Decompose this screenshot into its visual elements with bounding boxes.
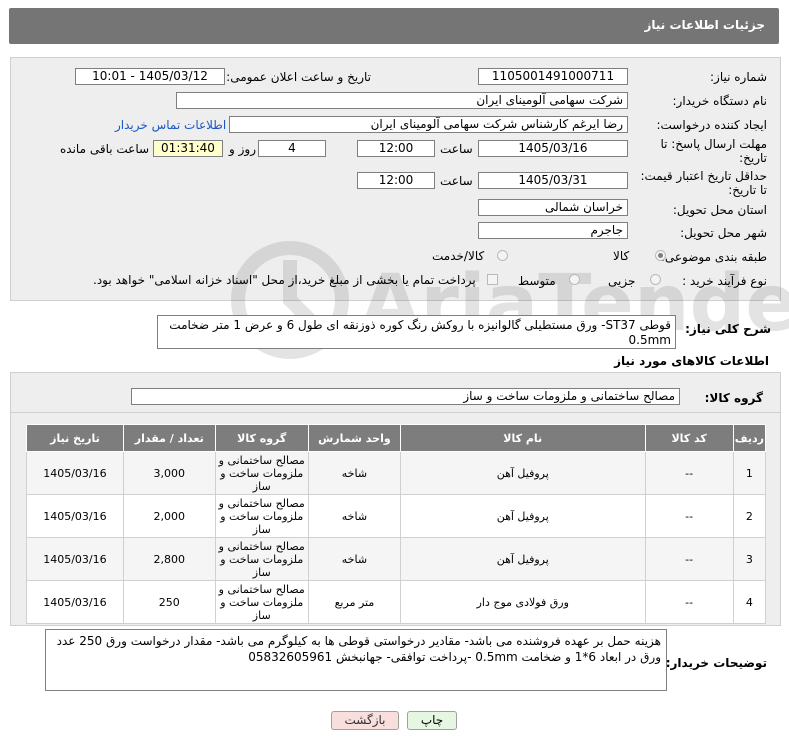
- back-button[interactable]: بازگشت: [331, 711, 399, 730]
- cell-row-number: 2: [732, 494, 767, 538]
- cell-name: پروفیل آهن: [399, 494, 646, 538]
- validity-time-field: 12:00: [357, 172, 435, 189]
- col-header-name: نام کالا: [399, 424, 646, 452]
- print-button[interactable]: چاپ: [407, 711, 457, 730]
- cell-code: --: [644, 494, 734, 538]
- table-header-row: ردیف کد کالا نام کالا واحد شمارش گروه کا…: [26, 424, 767, 452]
- announce-label: تاریخ و ساعت اعلان عمومی:: [226, 70, 371, 84]
- treasury-payment-checkbox[interactable]: [487, 274, 498, 285]
- cell-unit: شاخه: [307, 537, 401, 581]
- city-field: جاجرم: [478, 222, 628, 239]
- buyer-contact-link[interactable]: اطلاعات تماس خریدار: [115, 118, 226, 132]
- cell-group: مصالح ساختمانی و ملزومات ساخت و ساز: [214, 580, 309, 624]
- remaining-word: ساعت باقی مانده: [60, 142, 150, 156]
- category-option-goods-service: کالا/خدمت: [432, 249, 485, 263]
- buyer-notes-textarea: هزینه حمل بر عهده فروشنده می باشد- مقادی…: [45, 629, 667, 691]
- cell-code: --: [644, 537, 734, 581]
- deadline-label: مهلت ارسال پاسخ: تا: [660, 137, 767, 151]
- treasury-payment-note: پرداخت تمام یا بخشی از مبلغ خرید،از محل …: [93, 273, 476, 287]
- province-label: استان محل تحویل:: [672, 203, 767, 217]
- buyer-notes-text: هزینه حمل بر عهده فروشنده می باشد- مقادی…: [56, 634, 661, 664]
- cell-row-number: 1: [732, 451, 767, 495]
- buyer-org-label: نام دستگاه خریدار:: [672, 94, 768, 108]
- cell-name: ورق فولادی موج دار: [399, 580, 646, 624]
- cell-group: مصالح ساختمانی و ملزومات ساخت و ساز: [214, 494, 309, 538]
- deadline-time-word: ساعت: [440, 142, 473, 156]
- validity-time-word: ساعت: [440, 174, 473, 188]
- cell-quantity: 250: [122, 580, 216, 624]
- creator-field: رضا ایرغم کارشناس شرکت سهامی آلومینای ای…: [229, 116, 628, 133]
- category-label: طبقه بندی موضوعی:: [660, 250, 767, 264]
- col-header-code: کد کالا: [644, 424, 734, 452]
- days-word: روز و: [229, 142, 256, 156]
- cell-name: پروفیل آهن: [399, 451, 646, 495]
- cell-group: مصالح ساختمانی و ملزومات ساخت و ساز: [214, 451, 309, 495]
- table-row: 4 -- ورق فولادی موج دار متر مربع مصالح س…: [26, 580, 767, 624]
- col-header-unit: واحد شمارش: [307, 424, 401, 452]
- cell-date: 1405/03/16: [26, 494, 124, 538]
- cell-unit: شاخه: [307, 494, 401, 538]
- category-radio-goods[interactable]: [655, 250, 666, 261]
- col-header-date: تاریخ نیاز: [26, 424, 124, 452]
- process-option-minor: جزیی: [608, 274, 636, 288]
- col-header-quantity: تعداد / مقدار: [122, 424, 216, 452]
- cell-date: 1405/03/16: [26, 451, 124, 495]
- creator-label: ایجاد کننده درخواست:: [656, 118, 767, 132]
- items-table: ردیف کد کالا نام کالا واحد شمارش گروه کا…: [26, 424, 767, 624]
- cell-date: 1405/03/16: [26, 580, 124, 624]
- cell-group: مصالح ساختمانی و ملزومات ساخت و ساز: [214, 537, 309, 581]
- col-header-group: گروه کالا: [214, 424, 309, 452]
- category-option-goods: کالا: [613, 249, 630, 263]
- process-option-medium: متوسط: [518, 274, 556, 288]
- remaining-time-field: 01:31:40: [153, 140, 223, 157]
- page-title: جزئیات اطلاعات نیاز: [644, 18, 765, 32]
- table-row: 2 -- پروفیل آهن شاخه مصالح ساختمانی و مل…: [26, 494, 767, 538]
- cell-code: --: [644, 451, 734, 495]
- table-row: 1 -- پروفیل آهن شاخه مصالح ساختمانی و مل…: [26, 451, 767, 495]
- days-field: 4: [258, 140, 326, 157]
- goods-section-title: اطلاعات کالاهای مورد نیاز: [614, 354, 769, 368]
- category-radio-goods-service[interactable]: [497, 250, 508, 261]
- deadline-date-field: 1405/03/16: [478, 140, 628, 157]
- validity-label-date: تا تاریخ:: [728, 183, 767, 197]
- cell-quantity: 2,800: [122, 537, 216, 581]
- buyer-notes-label: توضیحات خریدار:: [665, 656, 767, 670]
- table-row: 3 -- پروفیل آهن شاخه مصالح ساختمانی و مل…: [26, 537, 767, 581]
- goods-group-field: مصالح ساختمانی و ملزومات ساخت و ساز: [131, 388, 680, 405]
- cell-date: 1405/03/16: [26, 537, 124, 581]
- cell-name: پروفیل آهن: [399, 537, 646, 581]
- cell-row-number: 4: [732, 580, 767, 624]
- page-header: جزئیات اطلاعات نیاز: [9, 8, 779, 44]
- province-field: خراسان شمالی: [478, 199, 628, 216]
- need-number-label: شماره نیاز:: [710, 70, 767, 84]
- goods-group-label: گروه کالا:: [704, 391, 763, 405]
- validity-label: حداقل تاریخ اعتبار قیمت:: [640, 169, 767, 183]
- cell-code: --: [644, 580, 734, 624]
- validity-date-field: 1405/03/31: [478, 172, 628, 189]
- col-header-row-number: ردیف: [732, 424, 767, 452]
- deadline-label-date: تاریخ:: [739, 151, 767, 165]
- summary-label: شرح کلی نیاز:: [685, 322, 771, 336]
- deadline-time-field: 12:00: [357, 140, 435, 157]
- process-radio-medium[interactable]: [569, 274, 580, 285]
- announce-field: 1405/03/12 - 10:01: [75, 68, 225, 85]
- summary-textarea: قوطی ST37- ورق مستطیلی گالوانیزه با روکش…: [157, 315, 676, 349]
- cell-quantity: 2,000: [122, 494, 216, 538]
- process-radio-minor[interactable]: [650, 274, 661, 285]
- cell-row-number: 3: [732, 537, 767, 581]
- summary-text: قوطی ST37- ورق مستطیلی گالوانیزه با روکش…: [169, 318, 671, 347]
- cell-unit: متر مربع: [307, 580, 401, 624]
- cell-unit: شاخه: [307, 451, 401, 495]
- city-label: شهر محل تحویل:: [680, 226, 767, 240]
- cell-quantity: 3,000: [122, 451, 216, 495]
- process-label: نوع فرآیند خرید :: [682, 274, 767, 288]
- buyer-org-field: شرکت سهامی آلومینای ایران: [176, 92, 628, 109]
- need-number-field: 1105001491000711: [478, 68, 628, 85]
